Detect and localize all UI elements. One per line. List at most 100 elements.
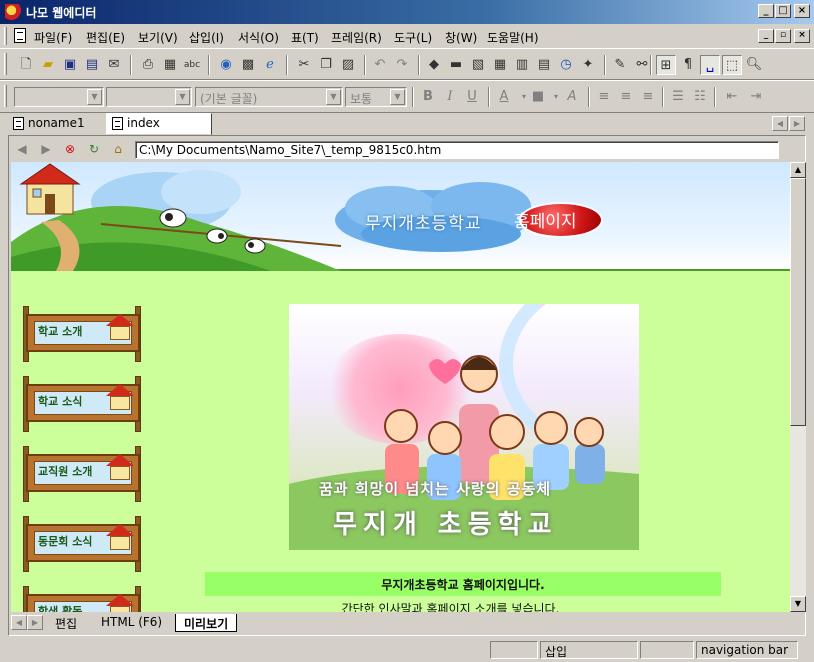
menu-grip[interactable] <box>4 27 7 45</box>
new-file-icon[interactable]: 🗋 <box>16 55 36 75</box>
scroll-thumb[interactable] <box>790 178 806 426</box>
forward-arrow-icon[interactable]: ▶ <box>37 140 55 158</box>
menu-view[interactable]: 보기(V) <box>138 29 178 46</box>
tab-scroll-left-icon[interactable]: ◀ <box>772 116 788 131</box>
namo-app-icon[interactable] <box>5 4 21 20</box>
doc-close-button[interactable]: × <box>794 29 810 43</box>
spellcheck-icon[interactable]: abc <box>182 55 202 75</box>
insert-image-icon[interactable]: ▧ <box>468 55 488 75</box>
underline-icon[interactable]: U <box>462 87 482 107</box>
font-family-combo[interactable]: (기본 글꼴) ▼ <box>195 87 343 107</box>
publish-icon[interactable]: ◉ <box>216 55 236 75</box>
menu-help[interactable]: 도움말(H) <box>487 29 539 46</box>
menu-frame[interactable]: 프레임(R) <box>331 29 382 46</box>
doc-minimize-button[interactable]: _ <box>758 29 774 43</box>
menu-tools[interactable]: 도구(L) <box>394 29 432 46</box>
chevron-down-icon[interactable]: ▼ <box>87 89 102 105</box>
show-paragraph-icon[interactable]: ¶ <box>678 55 698 75</box>
menu-edit[interactable]: 편집(E) <box>86 29 125 46</box>
show-table-border-icon[interactable]: ⬚ <box>722 55 742 75</box>
home-icon[interactable]: ⌂ <box>109 140 127 158</box>
font-combo[interactable]: ▼ <box>106 87 192 107</box>
maximize-button[interactable]: □ <box>775 4 791 18</box>
insert-frame-icon[interactable]: ▥ <box>512 55 532 75</box>
close-button[interactable]: × <box>794 4 810 18</box>
tab-edit[interactable]: 편집 <box>47 614 85 632</box>
scroll-up-icon[interactable]: ▲ <box>790 162 806 178</box>
menu-window[interactable]: 창(W) <box>445 29 477 46</box>
align-center-icon[interactable]: ≡ <box>616 87 636 107</box>
tab-index[interactable]: index <box>106 113 212 135</box>
browser-preview-icon[interactable]: ℯ <box>260 55 280 75</box>
align-left-icon[interactable]: ≡ <box>594 87 614 107</box>
document-menu-icon[interactable] <box>14 28 26 43</box>
paste-icon[interactable]: ▨ <box>338 55 358 75</box>
copy-icon[interactable]: ❐ <box>316 55 336 75</box>
nav-staff-intro[interactable]: 교직원 소개 <box>23 446 143 502</box>
tab-preview[interactable]: 미리보기 <box>175 614 238 632</box>
preview-viewport[interactable]: 무지개초등학교 홈페이지 학교 소개 학교 소식 교직원 소개 동문회 소식 학… <box>11 162 790 612</box>
menu-file[interactable]: 파일(F) <box>34 29 72 46</box>
minimize-button[interactable]: _ <box>758 4 774 18</box>
insert-tool-icon[interactable]: ✦ <box>578 55 598 75</box>
menu-insert[interactable]: 삽입(I) <box>189 29 224 46</box>
show-tags-icon[interactable]: ␣ <box>700 55 720 75</box>
save-icon[interactable]: ▣ <box>60 55 80 75</box>
nav-alumni-news[interactable]: 동문회 소식 <box>23 516 143 572</box>
align-right-icon[interactable]: ≡ <box>638 87 658 107</box>
tab-scroll-left-icon[interactable]: ◀ <box>11 615 27 630</box>
menu-format[interactable]: 서식(O) <box>238 29 279 46</box>
print-preview-icon[interactable]: ▦ <box>160 55 180 75</box>
italic-icon[interactable]: I <box>440 87 460 107</box>
refresh-icon[interactable]: ↻ <box>85 140 103 158</box>
link-icon[interactable]: ⚯ <box>632 55 652 75</box>
zoom-icon[interactable]: 🔍︎ <box>744 55 764 75</box>
paragraph-style-combo[interactable]: ▼ <box>14 87 104 107</box>
bullet-list-icon[interactable]: ☷ <box>690 87 710 107</box>
save-all-icon[interactable]: ▤ <box>82 55 102 75</box>
house-icon <box>106 314 134 326</box>
window-title-bar[interactable]: 나모 웹에디터 _ □ × <box>0 0 814 24</box>
font-color-icon[interactable]: A <box>494 87 514 107</box>
insert-component-icon[interactable]: ◆ <box>424 55 444 75</box>
font-size-combo[interactable]: 보통 ▼ <box>345 87 407 107</box>
ftp-icon[interactable]: ▩ <box>238 55 258 75</box>
insert-clock-icon[interactable]: ◷ <box>556 55 576 75</box>
toolbar-grip[interactable] <box>4 53 7 75</box>
back-arrow-icon[interactable]: ◀ <box>13 140 31 158</box>
menu-table[interactable]: 표(T) <box>291 29 319 46</box>
font-style-icon[interactable]: A <box>562 87 582 107</box>
chevron-down-icon[interactable]: ▼ <box>390 89 405 105</box>
scroll-down-icon[interactable]: ▼ <box>790 596 806 612</box>
indent-icon[interactable]: ⇥ <box>746 87 766 107</box>
tab-scroll-right-icon[interactable]: ▶ <box>789 116 805 131</box>
address-field[interactable]: C:\My Documents\Namo_Site7\_temp_9815c0.… <box>135 141 779 159</box>
print-icon[interactable]: ⎙ <box>138 55 158 75</box>
chevron-down-icon[interactable]: ▼ <box>175 89 190 105</box>
open-folder-icon[interactable]: ▰ <box>38 55 58 75</box>
redo-icon[interactable]: ↷ <box>392 55 412 75</box>
undo-icon[interactable]: ↶ <box>370 55 390 75</box>
stop-icon[interactable]: ⊗ <box>61 140 79 158</box>
insert-layer-icon[interactable]: ▤ <box>534 55 554 75</box>
outdent-icon[interactable]: ⇤ <box>722 87 742 107</box>
toolbar-grip[interactable] <box>4 85 7 107</box>
bold-icon[interactable]: B <box>418 87 438 107</box>
nav-school-news[interactable]: 학교 소식 <box>23 376 143 432</box>
mail-icon[interactable]: ✉ <box>104 55 124 75</box>
show-grid-icon[interactable]: ⊞ <box>656 55 676 75</box>
numbered-list-icon[interactable]: ☰ <box>668 87 688 107</box>
tab-noname1[interactable]: noname1 <box>8 114 106 134</box>
nav-school-intro[interactable]: 학교 소개 <box>23 306 143 362</box>
tab-scroll-right-icon[interactable]: ▶ <box>27 615 43 630</box>
highlight-color-icon[interactable]: ■ <box>528 87 548 107</box>
chevron-down-icon[interactable]: ▼ <box>326 89 341 105</box>
tab-html[interactable]: HTML (F6) <box>93 614 170 632</box>
insert-form-icon[interactable]: ▬ <box>446 55 466 75</box>
cut-icon[interactable]: ✂ <box>294 55 314 75</box>
insert-table-icon[interactable]: ▦ <box>490 55 510 75</box>
doc-restore-button[interactable]: ▫ <box>775 29 791 43</box>
pen-icon[interactable]: ✎ <box>610 55 630 75</box>
vertical-scrollbar[interactable]: ▲ ▼ <box>790 162 806 612</box>
site-title: 무지개초등학교 <box>365 214 482 234</box>
